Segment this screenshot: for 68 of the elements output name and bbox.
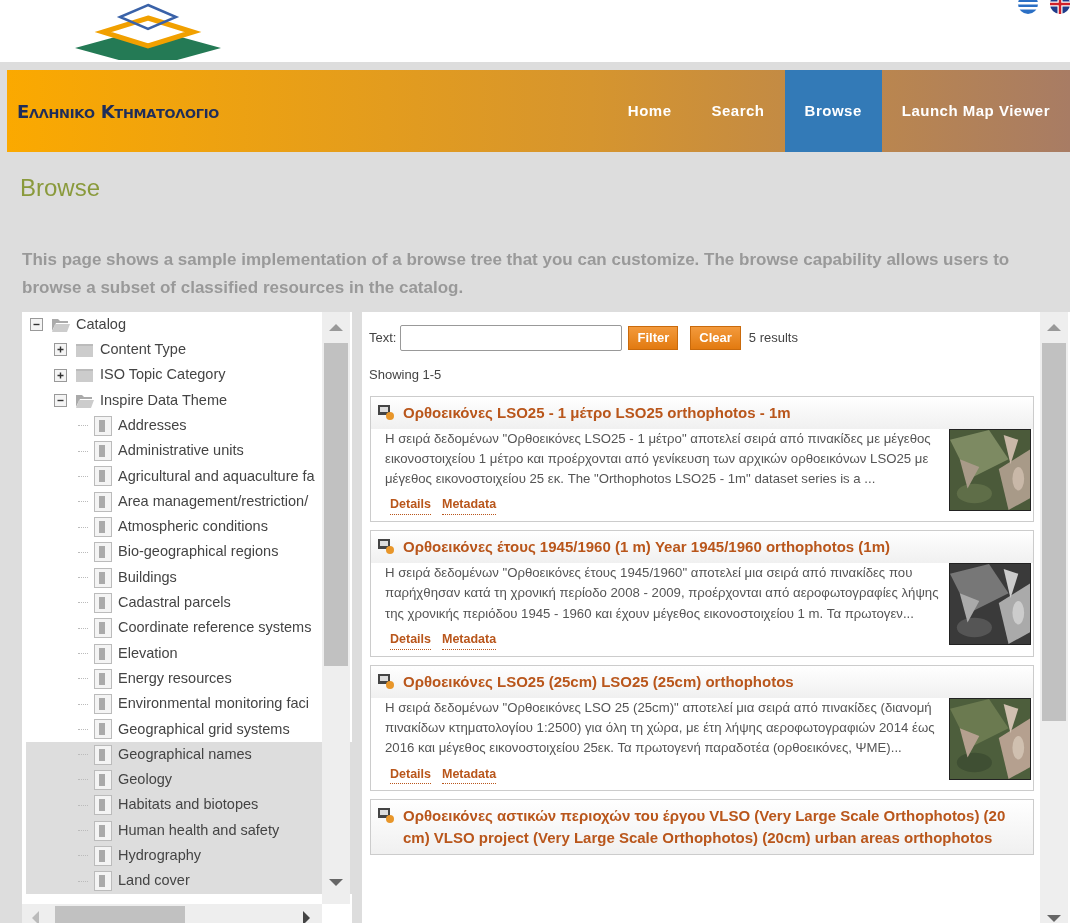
dataset-icon <box>377 672 395 690</box>
document-icon <box>94 845 112 866</box>
document-icon <box>94 491 112 512</box>
result-description: Η σειρά δεδομένων "Ορθοεικόνες έτους 1945/1960" αποτελεί μια σειρά από πινακίδες που παρήχθησαν κατά τη χρονική περίοδο 2008 - 2009, προέρχονται από αεροφωτογραφίες λήψης της χρονικής περιόδου 1945 - 1960 και έχουν μέγεθος εικονοστοιχείου 1 m. Τα πρωτογεν... <box>385 564 940 623</box>
text-input-field[interactable] <box>400 325 623 351</box>
dataset-icon <box>377 807 395 825</box>
document-icon <box>94 542 112 563</box>
document-icon <box>94 567 112 588</box>
tree-item[interactable]: Addresses <box>118 414 187 437</box>
document-icon <box>94 441 112 462</box>
greek-flag-icon[interactable] <box>1018 0 1038 14</box>
document-icon <box>94 592 112 613</box>
tree-item[interactable]: Geology <box>118 769 172 791</box>
nav-link[interactable]: Browse <box>784 70 882 152</box>
document-icon <box>94 517 112 537</box>
document-icon <box>94 820 112 841</box>
document-icon <box>94 770 112 790</box>
uk-flag-icon[interactable] <box>1050 0 1070 14</box>
result-link[interactable]: Metadata <box>442 495 497 516</box>
tree-item[interactable]: Catalog <box>76 313 126 336</box>
scrollbar[interactable] <box>1040 312 1068 923</box>
tree-item[interactable]: Elevation <box>118 642 178 665</box>
tree-item[interactable]: Inspire Data Theme <box>100 389 228 412</box>
tree-item[interactable]: Administrative units <box>118 440 244 462</box>
tree-item[interactable]: Cadastral parcels <box>118 592 231 614</box>
tree-item[interactable]: Bio-geographical regions <box>118 541 279 564</box>
document-icon <box>94 618 112 639</box>
result-description: Η σειρά δεδομένων "Ορθοεικόνες LSO25 - 1 μέτρο" αποτελεί σειρά από πινακίδες με μέγεθος εικονοστοιχείου 1 μέτρο και προέρχονται από γενίκευση των αρχικών ορθοεικόνων LSO25 με μέγεθος εικονοστοιχείου 25 εκ. The "Orthophotos LSO25 - 1m" dataset series is a ... <box>385 429 932 489</box>
result-link[interactable]: Metadata <box>442 630 497 650</box>
tree-item[interactable]: Energy resources <box>118 667 232 690</box>
document-icon <box>94 694 112 715</box>
tree-item[interactable]: Buildings <box>118 566 177 589</box>
document-icon <box>94 466 112 487</box>
document-icon <box>94 643 112 664</box>
tree-item[interactable]: Environmental monitoring faci <box>118 693 309 715</box>
dataset-icon <box>377 403 395 421</box>
tree-item[interactable]: Agricultural and aquaculture fa <box>118 465 315 488</box>
result-link[interactable]: Details <box>390 630 431 650</box>
intro-text: This page shows a sample implementation of a browse tree that you can customize. The browse capability allows users to browse a subset of classified resources in the catalog. <box>22 249 1011 299</box>
showing-text: Showing 1-5 <box>369 366 443 384</box>
tree-item[interactable]: Area management/restriction/ <box>118 490 309 513</box>
page-title: Browse <box>20 173 102 203</box>
result-count: 5 results <box>748 329 798 348</box>
tree-item[interactable]: Coordinate reference systems <box>118 617 312 640</box>
folder-icon <box>75 366 95 385</box>
document-icon <box>94 415 112 436</box>
tree-item[interactable]: Land cover <box>118 870 190 893</box>
result-link[interactable]: Details <box>390 495 431 516</box>
dataset-icon <box>377 538 395 556</box>
result-link[interactable]: Metadata <box>442 764 497 785</box>
filter-label: Text: <box>369 329 397 348</box>
document-icon <box>94 668 112 689</box>
collapse-icon[interactable] <box>30 318 43 332</box>
expand-icon[interactable] <box>54 343 67 357</box>
document-icon <box>94 871 112 892</box>
document-icon <box>94 795 112 816</box>
result-description: Η σειρά δεδομένων "Ορθοεικόνες LSO 25 (25cm)" αποτελεί μια σειρά από πινακίδες (διανομή πινακίδων κτηματολογίου 1:2500) για όλη τη χώρα, με έτη λήψης αεροφωτογραφιών 2014 έως 2016 και μέγεθος εικονοστοιχείου 25εκ. Τα πρωτογενή παραδοτέα (ορθοεικόνες, ΨΜΕ)... <box>385 698 936 758</box>
scrollbar[interactable] <box>322 312 350 904</box>
tree-item[interactable]: Geographical grid systems <box>118 718 290 741</box>
document-icon <box>94 744 112 765</box>
site-logo-text: Ελληνικο Κτηματολογιο <box>17 99 219 124</box>
expand-icon[interactable] <box>54 368 67 382</box>
tree-item[interactable]: Content Type <box>100 339 186 361</box>
result-link[interactable]: Details <box>390 764 431 785</box>
document-icon <box>94 719 112 740</box>
tree-item[interactable]: Atmospheric conditions <box>118 516 268 538</box>
collapse-icon[interactable] <box>54 394 67 408</box>
tree-item[interactable]: ISO Topic Category <box>100 364 226 387</box>
